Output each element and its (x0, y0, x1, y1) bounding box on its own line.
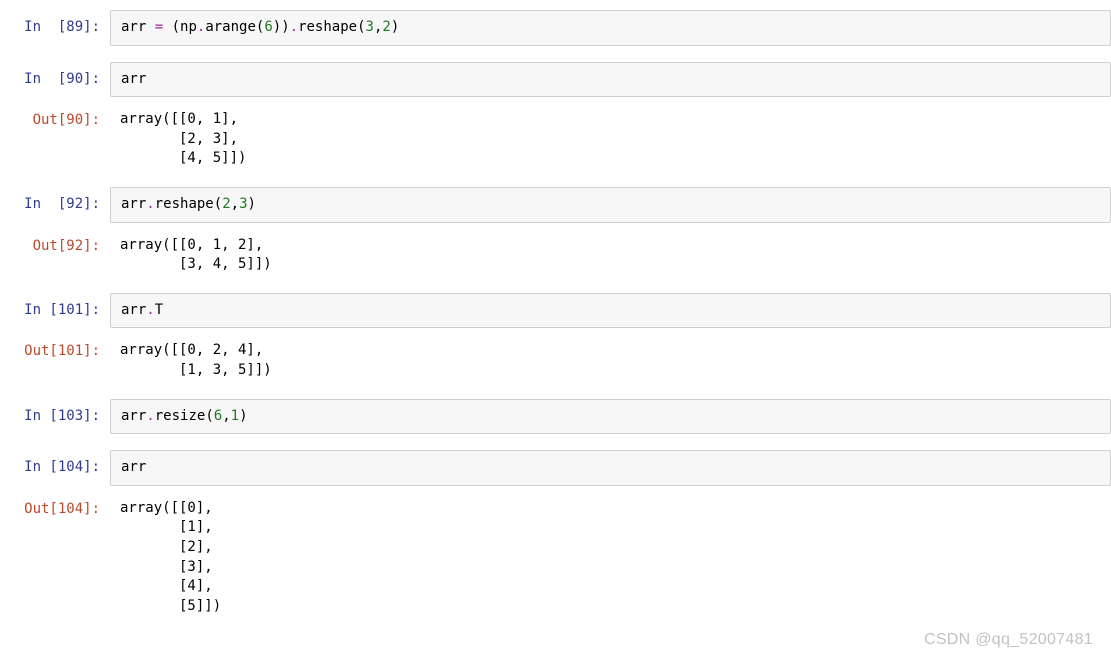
code-token: ( (205, 408, 213, 424)
code-token: arange (205, 19, 256, 35)
code-token: arr (121, 302, 146, 318)
code-token: = (155, 19, 163, 35)
gap (0, 440, 1111, 450)
cell-out-90: Out[90]: array([[0, 1], [2, 3], [4, 5]]) (0, 103, 1111, 171)
code-token: . (290, 19, 298, 35)
output-text: array([[0, 2, 4], [1, 3, 5]]) (110, 334, 1111, 382)
code-input[interactable]: arr = (np.arange(6)).reshape(3,2) (110, 10, 1111, 46)
code-input[interactable]: arr.T (110, 293, 1111, 329)
cell-in-103: In [103]: arr.resize(6,1) (0, 399, 1111, 435)
code-token: . (146, 408, 154, 424)
code-token: 1 (231, 408, 239, 424)
in-prompt: In [92]: (0, 187, 110, 215)
code-token: arr (121, 459, 146, 475)
code-token: arr (121, 196, 146, 212)
gap (0, 389, 1111, 399)
gap (0, 177, 1111, 187)
code-input[interactable]: arr (110, 62, 1111, 98)
output-text: array([[0, 1, 2], [3, 4, 5]]) (110, 229, 1111, 277)
cell-in-89: In [89]: arr = (np.arange(6)).reshape(3,… (0, 10, 1111, 46)
code-token: . (146, 302, 154, 318)
code-token: 2 (382, 19, 390, 35)
code-token: arr (121, 19, 155, 35)
code-token: 6 (264, 19, 272, 35)
code-token: resize (155, 408, 206, 424)
in-prompt: In [103]: (0, 399, 110, 427)
out-prompt: Out[101]: (0, 334, 110, 362)
gap (0, 52, 1111, 62)
out-prompt: Out[92]: (0, 229, 110, 257)
code-token: 3 (366, 19, 374, 35)
in-prompt: In [101]: (0, 293, 110, 321)
code-input[interactable]: arr.reshape(2,3) (110, 187, 1111, 223)
code-token: arr (121, 408, 146, 424)
code-token: )) (273, 19, 290, 35)
code-token: 3 (239, 196, 247, 212)
code-token: reshape (155, 196, 214, 212)
in-prompt: In [89]: (0, 10, 110, 38)
code-token: arr (121, 71, 146, 87)
in-prompt: In [90]: (0, 62, 110, 90)
watermark: CSDN @qq_52007481 (924, 629, 1093, 651)
code-token: ( (357, 19, 365, 35)
cell-out-101: Out[101]: array([[0, 2, 4], [1, 3, 5]]) (0, 334, 1111, 382)
in-prompt: In [104]: (0, 450, 110, 478)
code-token: ( (214, 196, 222, 212)
out-prompt: Out[104]: (0, 492, 110, 520)
code-token: 6 (214, 408, 222, 424)
code-token: reshape (298, 19, 357, 35)
cell-in-90: In [90]: arr (0, 62, 1111, 98)
output-text: array([[0], [1], [2], [3], [4], [5]]) (110, 492, 1111, 619)
code-token: , (222, 408, 230, 424)
code-input[interactable]: arr.resize(6,1) (110, 399, 1111, 435)
code-token: . (146, 196, 154, 212)
code-token: (np (163, 19, 197, 35)
code-input[interactable]: arr (110, 450, 1111, 486)
code-token: ) (239, 408, 247, 424)
code-token: ) (391, 19, 399, 35)
cell-out-92: Out[92]: array([[0, 1, 2], [3, 4, 5]]) (0, 229, 1111, 277)
cell-out-104: Out[104]: array([[0], [1], [2], [3], [4]… (0, 492, 1111, 619)
code-token: ) (248, 196, 256, 212)
cell-in-92: In [92]: arr.reshape(2,3) (0, 187, 1111, 223)
output-text: array([[0, 1], [2, 3], [4, 5]]) (110, 103, 1111, 171)
out-prompt: Out[90]: (0, 103, 110, 131)
code-token: , (231, 196, 239, 212)
cell-in-104: In [104]: arr (0, 450, 1111, 486)
code-token: 2 (222, 196, 230, 212)
code-token: T (155, 302, 163, 318)
gap (0, 283, 1111, 293)
cell-in-101: In [101]: arr.T (0, 293, 1111, 329)
